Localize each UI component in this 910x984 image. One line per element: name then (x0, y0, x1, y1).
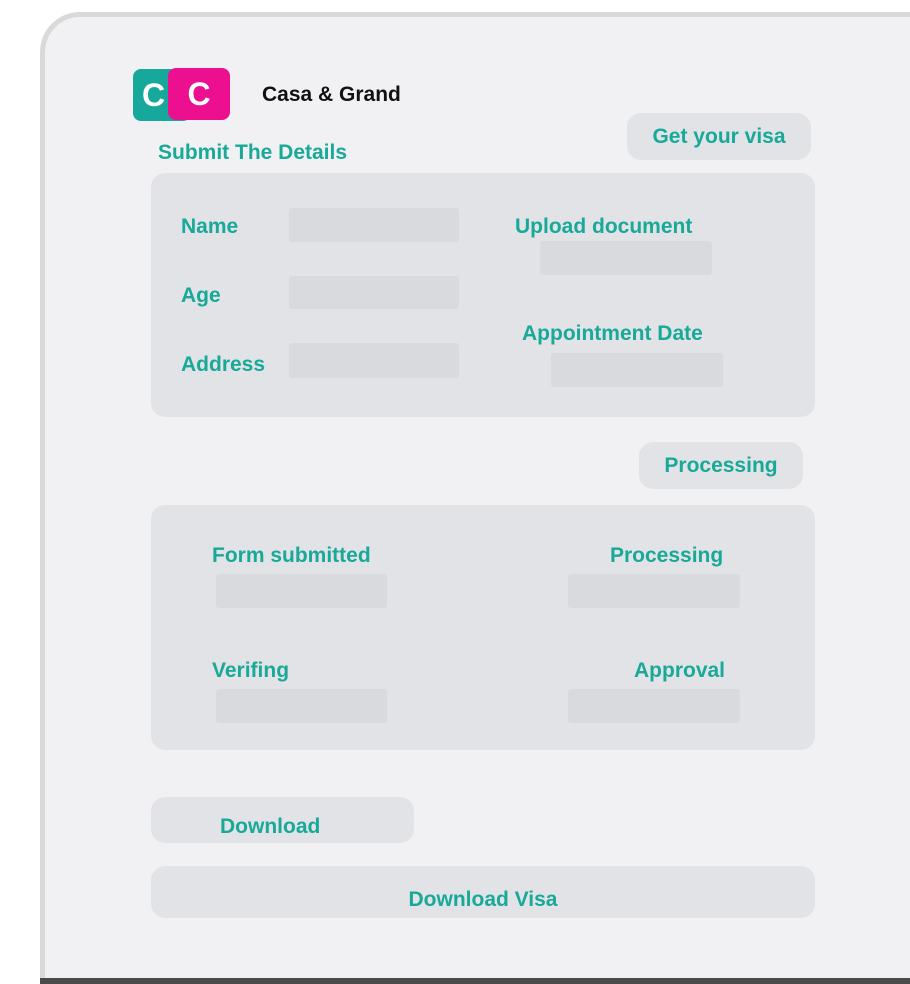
logo-pink-c: C (168, 68, 230, 120)
processing-button[interactable]: Processing (639, 442, 803, 489)
get-visa-button[interactable]: Get your visa (627, 113, 811, 160)
download-button[interactable]: Download (151, 797, 414, 843)
age-field[interactable] (289, 276, 459, 309)
verifying-status (216, 689, 387, 723)
processing-status (568, 574, 740, 608)
form-submitted-label: Form submitted (212, 544, 371, 567)
address-field[interactable] (289, 343, 459, 378)
upload-document-label: Upload document (515, 215, 693, 238)
appointment-date-label: Appointment Date (522, 322, 703, 345)
approval-label: Approval (634, 659, 726, 682)
section-title: Submit The Details (158, 141, 348, 164)
download-visa-button[interactable]: Download Visa (151, 866, 815, 918)
appointment-date-field[interactable] (551, 353, 723, 387)
logo-letter: C (187, 75, 211, 112)
processing-label: Processing (610, 544, 724, 567)
form-submitted-status (216, 574, 387, 608)
logo-letter: C (142, 76, 166, 113)
name-label: Name (181, 215, 239, 238)
name-field[interactable] (289, 208, 459, 242)
approval-status (568, 689, 740, 723)
verifying-label: Verifing (212, 659, 290, 682)
upload-document-field[interactable] (540, 241, 712, 275)
address-label: Address (181, 353, 266, 376)
age-label: Age (181, 284, 221, 307)
brand-name: Casa & Grand (262, 83, 401, 106)
